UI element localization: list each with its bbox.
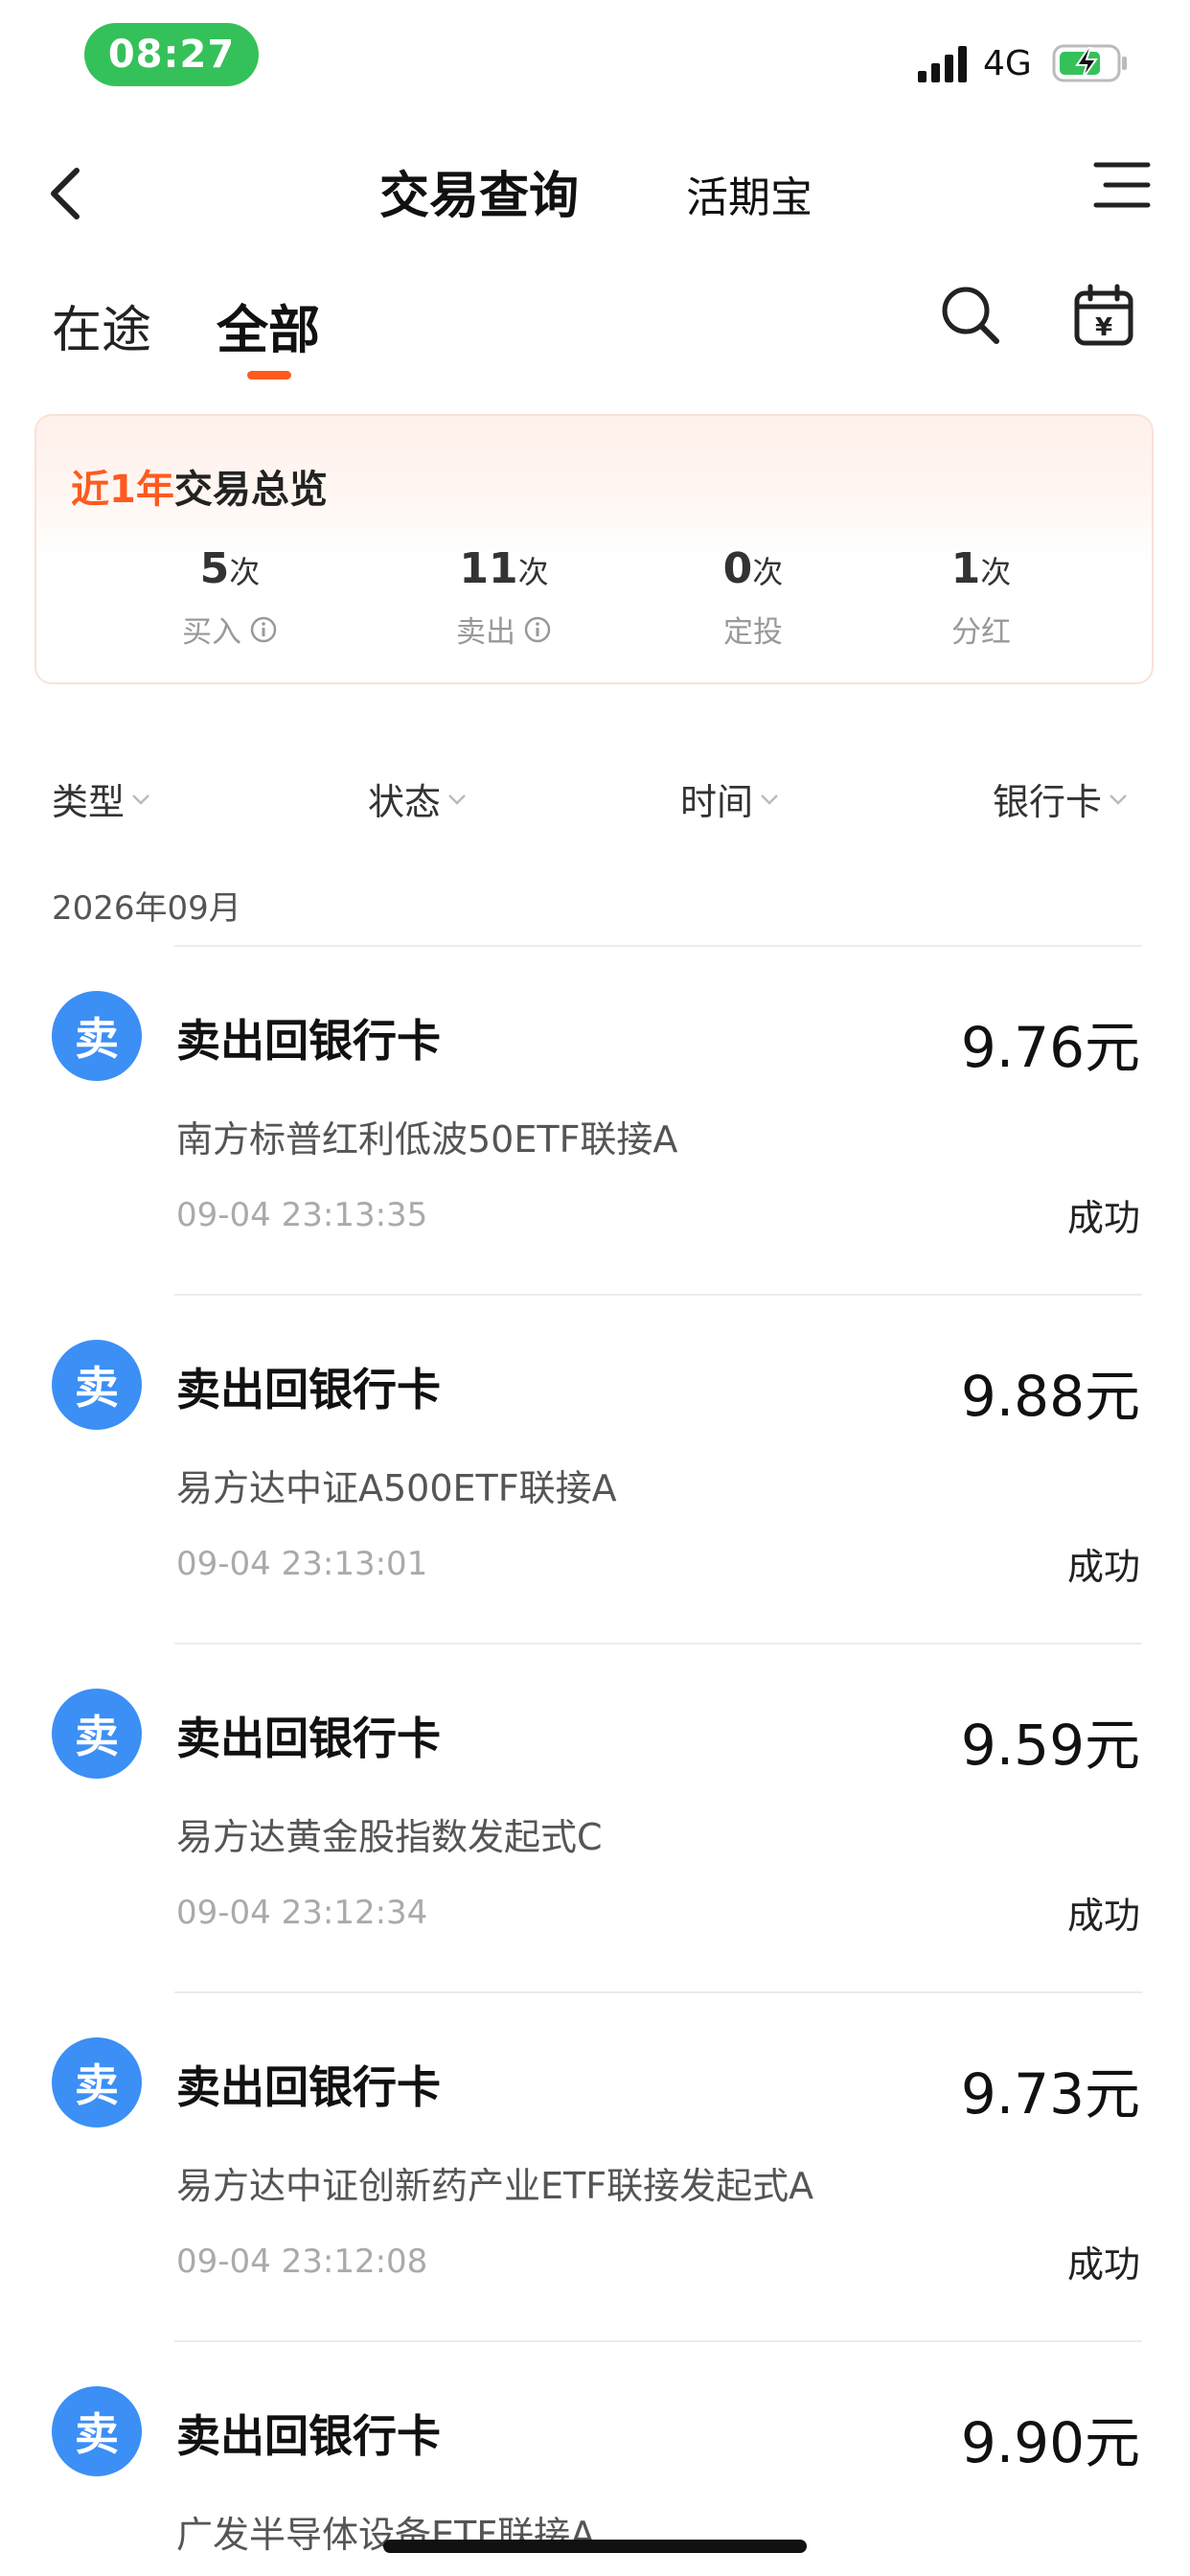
stat-dividend-label: 分红 xyxy=(951,615,1011,650)
search-icon[interactable] xyxy=(939,284,1002,347)
transaction-title[interactable]: 卖出回银行卡 xyxy=(176,2402,441,2465)
transaction-fund-name: 易方达中证A500ETF联接A xyxy=(176,1467,617,1509)
signal-icon xyxy=(918,46,967,82)
transaction-time: 09-04 23:13:01 xyxy=(176,1545,428,1583)
transaction-status: 成功 xyxy=(1066,1546,1140,1588)
stat-sell-value: 11 xyxy=(459,544,518,593)
transaction-title[interactable]: 卖出回银行卡 xyxy=(176,1006,441,1070)
list-divider xyxy=(174,1643,1142,1644)
stat-buy-label-row[interactable]: 买入 xyxy=(125,608,335,651)
transaction-fund-name: 易方达中证创新药产业ETF联接发起式A xyxy=(176,2165,814,2207)
tab-in-transit[interactable]: 在途 xyxy=(52,289,151,361)
status-time: 08:27 xyxy=(84,23,259,86)
transaction-title[interactable]: 卖出回银行卡 xyxy=(176,2053,441,2116)
transaction-fund-name: 易方达黄金股指数发起式C xyxy=(176,1816,603,1858)
transaction-status: 成功 xyxy=(1066,1197,1140,1239)
stat-buy-value: 5 xyxy=(199,544,230,593)
filter-type-label: 类型 xyxy=(52,781,126,823)
month-header: 2026年09月 xyxy=(52,889,241,928)
stat-sell-unit: 次 xyxy=(517,554,549,590)
tab-all[interactable]: 全部 xyxy=(217,288,320,363)
home-indicator[interactable] xyxy=(383,2540,807,2553)
list-divider xyxy=(174,2340,1142,2342)
chevron-down-icon xyxy=(761,794,778,805)
page-title: 交易查询 xyxy=(379,168,580,225)
transaction-amount: 9.59元 xyxy=(960,1713,1140,1778)
calendar-icon[interactable]: ¥ xyxy=(1073,284,1134,347)
stat-buy: 5次 xyxy=(125,544,335,593)
transaction-title[interactable]: 卖出回银行卡 xyxy=(176,1355,441,1418)
svg-text:¥: ¥ xyxy=(1095,313,1112,342)
network-type: 4G xyxy=(983,44,1032,83)
stat-auto-invest: 0次 xyxy=(648,544,858,593)
back-arrow-icon[interactable] xyxy=(46,165,84,222)
huoqibao-link[interactable]: 活期宝 xyxy=(686,163,812,224)
stat-auto-invest-label-row: 定投 xyxy=(648,608,858,651)
chevron-down-icon xyxy=(132,794,149,805)
transaction-time: 09-04 23:12:08 xyxy=(176,2242,428,2281)
sell-badge-icon: 卖 xyxy=(52,2037,142,2128)
overview-title-suffix: 交易总览 xyxy=(173,468,328,512)
filter-status-label: 状态 xyxy=(368,781,442,823)
transaction-amount: 9.88元 xyxy=(960,1364,1140,1429)
stat-buy-unit: 次 xyxy=(229,554,261,590)
list-divider xyxy=(174,1991,1142,1993)
stat-sell-label: 卖出 xyxy=(456,615,515,650)
overview-title-year: 1年 xyxy=(109,468,174,512)
stat-dividend: 1次 xyxy=(876,544,1087,593)
chevron-down-icon xyxy=(448,794,466,805)
sell-badge-icon: 卖 xyxy=(52,1689,142,1779)
transaction-status: 成功 xyxy=(1066,1895,1140,1937)
stat-sell: 11次 xyxy=(399,544,609,593)
overview-title-prefix: 近 xyxy=(71,468,109,512)
list-divider xyxy=(174,1294,1142,1296)
transaction-status: 成功 xyxy=(1066,2243,1140,2286)
menu-icon[interactable] xyxy=(1092,161,1152,209)
stat-sell-label-row[interactable]: 卖出 xyxy=(399,608,609,651)
info-icon[interactable] xyxy=(249,615,278,644)
filter-type[interactable]: 类型 xyxy=(52,772,151,825)
transaction-amount: 9.73元 xyxy=(960,2061,1140,2127)
chevron-down-icon xyxy=(1110,794,1127,805)
list-divider xyxy=(174,945,1142,947)
overview-title: 近1年交易总览 xyxy=(71,458,328,514)
transaction-title[interactable]: 卖出回银行卡 xyxy=(176,1704,441,1767)
transaction-time: 09-04 23:13:35 xyxy=(176,1196,428,1234)
filter-bank-card-label: 银行卡 xyxy=(993,781,1103,823)
battery-charging-icon xyxy=(1052,44,1127,82)
stat-dividend-value: 1 xyxy=(950,544,981,593)
transaction-amount: 9.76元 xyxy=(960,1015,1140,1080)
stat-auto-invest-unit: 次 xyxy=(752,554,784,590)
filter-status[interactable]: 状态 xyxy=(368,772,468,825)
transaction-fund-name: 南方标普红利低波50ETF联接A xyxy=(176,1118,678,1161)
sell-badge-icon: 卖 xyxy=(52,2386,142,2476)
active-tab-indicator xyxy=(247,371,291,380)
info-icon[interactable] xyxy=(523,615,552,644)
sell-badge-icon: 卖 xyxy=(52,1340,142,1430)
transaction-amount: 9.90元 xyxy=(960,2410,1140,2475)
stat-auto-invest-value: 0 xyxy=(722,544,753,593)
sell-badge-icon: 卖 xyxy=(52,991,142,1081)
filter-time-label: 时间 xyxy=(680,781,754,823)
filter-time[interactable]: 时间 xyxy=(680,772,780,825)
stat-buy-label: 买入 xyxy=(182,615,241,650)
stat-dividend-unit: 次 xyxy=(980,554,1012,590)
filter-bank-card[interactable]: 银行卡 xyxy=(993,772,1129,825)
stat-auto-invest-label: 定投 xyxy=(723,615,783,650)
stat-dividend-label-row: 分红 xyxy=(876,608,1087,651)
transaction-time: 09-04 23:12:34 xyxy=(176,1894,428,1932)
